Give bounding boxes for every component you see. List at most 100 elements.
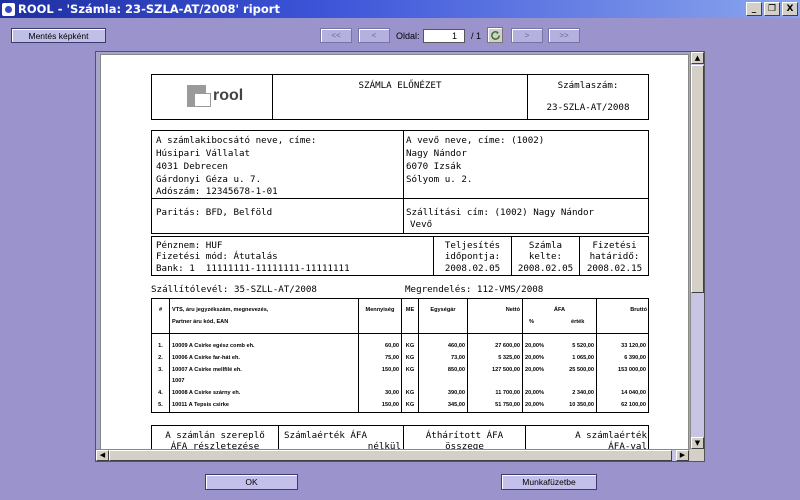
issuer-city: 4031 Debrecen	[156, 161, 228, 172]
item-unit-price: 345,00	[447, 402, 465, 408]
item-vat-value: 10 350,00	[569, 402, 594, 408]
invoice-sheet: rool SZÁMLA ELŐNÉZET Számlaszám: 23-SZLA…	[100, 54, 689, 451]
item-unit: KG	[405, 402, 415, 408]
item-qty: 75,00	[385, 355, 399, 361]
scroll-left-arrow-icon[interactable]: ◀	[96, 450, 109, 461]
item-name: 10009 A Csirke egész comb eh.	[172, 343, 255, 349]
bank-account: Bank: 1 11111111-11111111-11111111	[156, 263, 350, 274]
prev-page-button[interactable]: <	[358, 28, 390, 43]
item-qty: 60,00	[385, 343, 399, 349]
minimize-button[interactable]: _	[746, 2, 762, 16]
invoice-date: 2008.02.05	[517, 263, 574, 274]
item-vat-value: 5 520,00	[572, 343, 594, 349]
horizontal-scrollbar[interactable]: ◀ ▶	[96, 449, 690, 461]
item-unit-price: 73,00	[451, 355, 465, 361]
col-unit-price: Egységár	[430, 307, 456, 313]
item-unit-price: 460,00	[447, 343, 465, 349]
ok-button[interactable]: OK	[205, 474, 298, 490]
col-qty: Mennyiség	[365, 307, 395, 313]
vertical-scrollbar[interactable]: ▲ ▼	[690, 52, 704, 449]
item-gross: 6 390,00	[624, 355, 646, 361]
item-net: 51 750,00	[495, 402, 520, 408]
item-net: 27 600,00	[495, 343, 520, 349]
item-gross: 33 120,00	[621, 343, 646, 349]
col-vat: ÁFA	[553, 307, 566, 313]
buyer-label: A vevő neve, címe: (1002)	[406, 135, 545, 146]
shipping-address-type: Vevő	[410, 219, 433, 230]
item-no: 1.	[158, 343, 163, 349]
item-name: 10006 A Csirke far-hát eh.	[172, 355, 240, 361]
invoice-number-label: Számlaszám:	[557, 80, 619, 91]
shipping-address: Szállítási cím: (1002) Nagy Nándor	[406, 207, 595, 218]
col-item-2: Partner áru kód, EAN	[172, 319, 229, 325]
due-date: 2008.02.15	[586, 263, 643, 274]
col-unit: ME	[405, 307, 415, 313]
col-no: #	[158, 307, 163, 313]
buyer-city: 6070 Izsák	[406, 161, 462, 172]
issuer-label: A számlakibocsátó neve, címe:	[156, 135, 317, 146]
item-no: 2.	[158, 355, 163, 361]
item-no: 5.	[158, 402, 163, 408]
issuer-tax-number: Adószám: 12345678-1-01	[156, 186, 278, 197]
col-vat-pct: %	[529, 319, 534, 325]
scroll-right-arrow-icon[interactable]: ▶	[676, 450, 689, 461]
item-gross: 153 000,00	[618, 367, 646, 373]
refresh-button[interactable]	[487, 27, 503, 43]
performance-date: 2008.02.05	[444, 263, 501, 274]
scroll-down-arrow-icon[interactable]: ▼	[691, 437, 704, 449]
restore-button[interactable]: ❐	[764, 2, 780, 16]
item-qty: 150,00	[381, 367, 399, 373]
invoice-number: 23-SZLA-AT/2008	[546, 102, 630, 113]
item-no: 3.	[158, 367, 163, 373]
col-vat-value: érték	[571, 319, 585, 325]
col-net: Nettó	[505, 307, 520, 313]
company-logo: rool	[213, 87, 244, 104]
item-net: 5 325,00	[498, 355, 520, 361]
item-name: 10007 A Csirke mellfilé eh.	[172, 367, 242, 373]
report-viewport[interactable]: rool SZÁMLA ELŐNÉZET Számlaszám: 23-SZLA…	[95, 51, 705, 462]
item-net: 11 700,00	[495, 390, 520, 396]
save-as-image-button[interactable]: Mentés képként	[11, 28, 106, 43]
preview-title: SZÁMLA ELŐNÉZET	[358, 80, 442, 91]
last-page-button[interactable]: >>	[548, 28, 580, 43]
item-qty: 30,00	[385, 390, 399, 396]
item-name: 1007	[172, 378, 185, 384]
item-unit: KG	[405, 390, 415, 396]
item-no: 4.	[158, 390, 163, 396]
scroll-corner	[690, 449, 704, 461]
title-bar: ROOL - 'Számla: 23-SZLA-AT/2008' riport …	[0, 0, 800, 18]
item-unit: KG	[405, 367, 415, 373]
item-name: 10011 A Tepsis csirke	[172, 402, 230, 408]
vertical-scroll-thumb[interactable]	[691, 65, 704, 293]
page-total: / 1	[471, 31, 482, 41]
app-icon	[2, 2, 15, 16]
next-page-button[interactable]: >	[511, 28, 543, 43]
first-page-button[interactable]: <<	[320, 28, 352, 43]
page-label: Oldal:	[396, 31, 420, 41]
item-unit-price: 850,00	[447, 367, 465, 373]
item-vat-value: 25 500,00	[569, 367, 594, 373]
parity: Paritás: BFD, Belföld	[156, 207, 273, 218]
col-item: VTS, áru jegyzékszám, megnevezés,	[172, 307, 269, 313]
window-title: ROOL - 'Számla: 23-SZLA-AT/2008' riport	[18, 2, 280, 16]
item-name: 10008 A Csirke szárny eh.	[172, 390, 241, 396]
page-number-input[interactable]: 1	[423, 29, 465, 43]
item-net: 127 500,00	[492, 367, 520, 373]
order-number: Megrendelés: 112-VMS/2008	[405, 284, 544, 295]
delivery-note: Szállítólevél: 35-SZLL-AT/2008	[151, 284, 317, 295]
scroll-up-arrow-icon[interactable]: ▲	[691, 52, 704, 64]
issuer-name: Húsipari Vállalat	[156, 148, 251, 159]
horizontal-scroll-thumb[interactable]	[109, 450, 672, 461]
item-vat-value: 2 340,00	[572, 390, 594, 396]
col-gross: Bruttó	[630, 307, 647, 313]
buyer-street: Sólyom u. 2.	[406, 174, 473, 185]
item-qty: 150,00	[381, 402, 399, 408]
buyer-name: Nagy Nándor	[406, 148, 467, 159]
item-unit-price: 390,00	[447, 390, 465, 396]
item-gross: 14 040,00	[621, 390, 646, 396]
workbook-button[interactable]: Munkafüzetbe	[501, 474, 597, 490]
item-unit: KG	[405, 355, 415, 361]
item-gross: 62 100,00	[621, 402, 646, 408]
close-button[interactable]: X	[782, 2, 798, 16]
item-unit: KG	[405, 343, 415, 349]
